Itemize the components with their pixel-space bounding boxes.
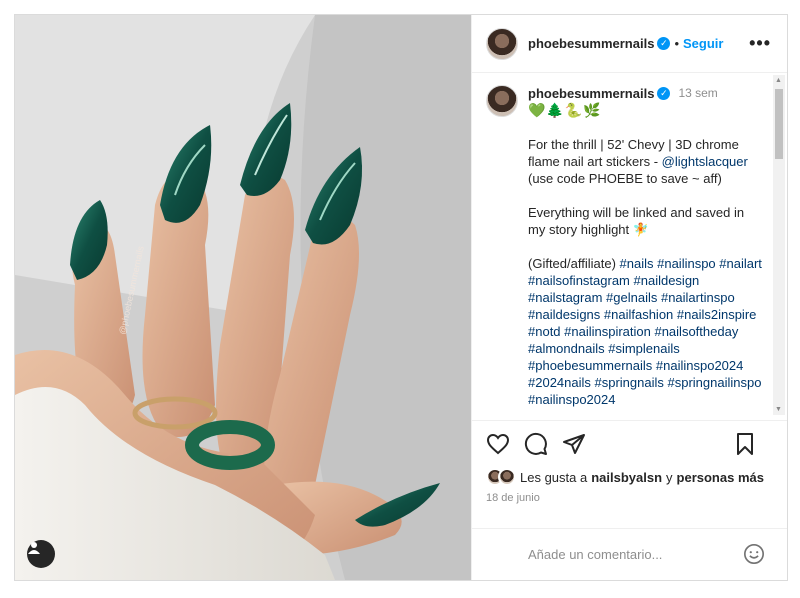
likes-summary[interactable]: Les gusta a nailsbyalsn y personas más <box>472 466 787 488</box>
post-header: phoebesummernails ✓ • Seguir ••• <box>472 15 787 73</box>
post-date[interactable]: 18 de junio <box>472 488 787 528</box>
mention-link[interactable]: @lightslacquer <box>662 154 748 169</box>
share-icon[interactable] <box>562 432 586 456</box>
caption-area[interactable]: phoebesummernails ✓ 13 sem 💚🌲🐍🌿 For the … <box>472 73 787 420</box>
username[interactable]: phoebesummernails <box>528 36 654 51</box>
user-tag-icon <box>28 542 40 554</box>
likes-user[interactable]: nailsbyalsn <box>591 470 662 485</box>
separator-dot: • <box>674 36 679 51</box>
likes-others[interactable]: personas más <box>677 470 764 485</box>
hand-nails-illustration: @phoebesummernails <box>15 15 471 580</box>
scroll-thumb[interactable] <box>775 89 783 159</box>
post-image[interactable]: @phoebesummernails <box>15 15 471 580</box>
comment-bar <box>472 528 787 580</box>
action-bar <box>472 420 787 466</box>
caption-scrollbar[interactable]: ▲ ▼ <box>773 75 785 415</box>
post-sidebar: phoebesummernails ✓ • Seguir ••• phoebes… <box>471 15 787 580</box>
caption-avatar[interactable] <box>486 85 518 117</box>
follow-button[interactable]: Seguir <box>683 36 723 51</box>
heart-icon[interactable] <box>486 432 510 456</box>
post-age[interactable]: 13 sem <box>678 85 717 102</box>
caption-paragraph-1: For the thrill | 52' Chevy | 3D chrome f… <box>528 137 748 186</box>
likes-middle: y <box>666 469 673 485</box>
caption-hashtags: (Gifted/affiliate) #nails #nailinspo #na… <box>528 256 762 407</box>
scroll-down-icon[interactable]: ▼ <box>775 406 782 413</box>
more-options-icon[interactable]: ••• <box>749 33 771 54</box>
comment-icon[interactable] <box>524 432 548 456</box>
scroll-up-icon[interactable]: ▲ <box>775 77 782 84</box>
verified-badge-icon: ✓ <box>657 87 671 100</box>
caption-username[interactable]: phoebesummernails <box>528 85 654 102</box>
likes-prefix: Les gusta a <box>520 469 588 485</box>
instagram-post: @phoebesummernails phoebesummernails ✓ •… <box>14 14 788 581</box>
bookmark-icon[interactable] <box>733 432 757 456</box>
hashtag-links[interactable]: #nails #nailinspo #nailart #nailsofinsta… <box>528 256 762 407</box>
liker-avatar <box>498 468 516 486</box>
caption-paragraph-2: Everything will be linked and saved in m… <box>528 205 745 237</box>
comment-input[interactable] <box>528 547 728 562</box>
caption-emojis: 💚🌲🐍🌿 <box>528 102 602 118</box>
avatar[interactable] <box>486 27 518 60</box>
user-tag-button[interactable] <box>27 540 55 568</box>
verified-badge-icon: ✓ <box>657 37 671 50</box>
emoji-icon[interactable] <box>743 543 765 565</box>
